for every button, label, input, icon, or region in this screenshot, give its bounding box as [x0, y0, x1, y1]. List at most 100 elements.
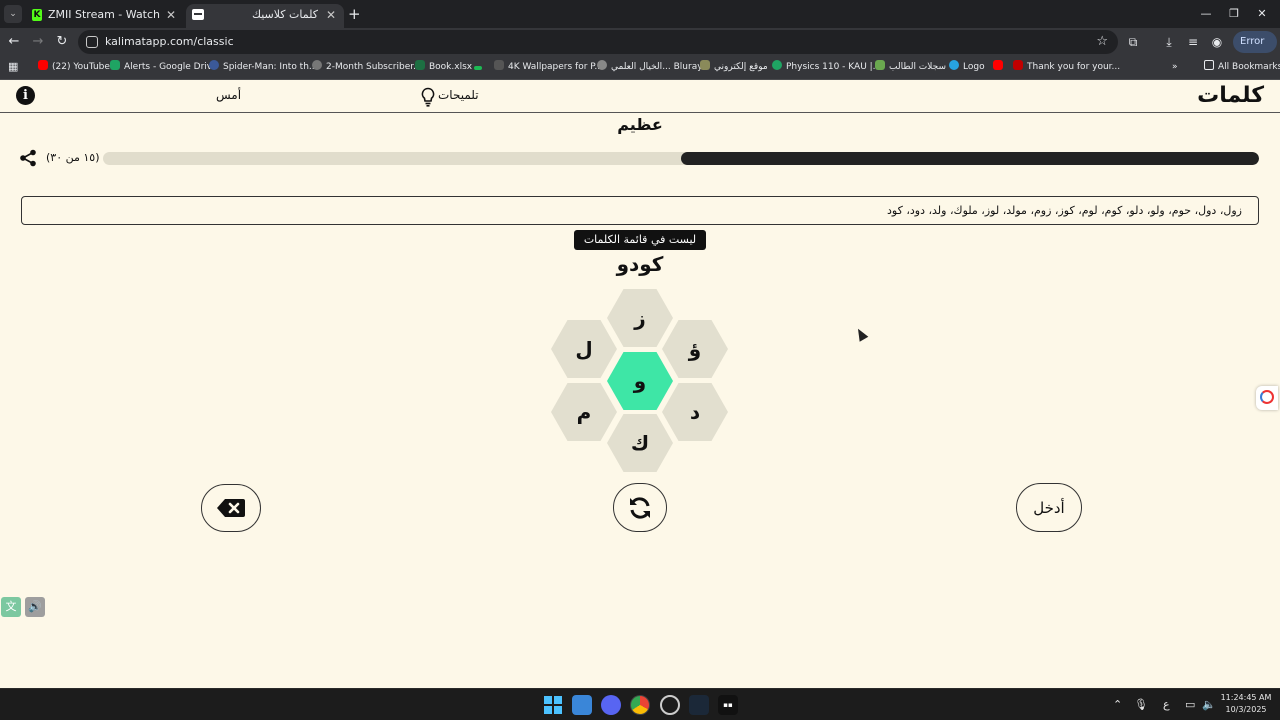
- file-explorer-icon[interactable]: [572, 695, 592, 715]
- shuffle-button[interactable]: [613, 483, 667, 532]
- bookmark-item[interactable]: Physics 110 - KAU |...: [772, 56, 881, 78]
- account-avatar-icon[interactable]: ◉: [1207, 32, 1227, 52]
- reload-icon[interactable]: ↻: [52, 32, 72, 52]
- media-controls-icon[interactable]: ≡: [1183, 32, 1203, 52]
- bookmark-item[interactable]: Alerts - Google Drive: [110, 56, 218, 78]
- bookmark-label: 4K Wallpapers for P...: [508, 62, 603, 72]
- bookmarks-bar: ▦ (22) YouTube Alerts - Google Drive Spi…: [0, 56, 1280, 80]
- letter-hex-top-left[interactable]: ل: [551, 320, 617, 378]
- tray-overflow-icon[interactable]: ⌃: [1113, 689, 1122, 720]
- bookmark-item[interactable]: [993, 56, 1007, 78]
- address-bar[interactable]: kalimatapp.com/classic ☆: [78, 30, 1118, 54]
- page-favicon-icon: [192, 9, 204, 20]
- browser-toolbar: ← → ↻ kalimatapp.com/classic ☆ ⧉ ⤓ ≡ ◉ E…: [0, 28, 1280, 69]
- bookmark-item[interactable]: [474, 56, 486, 78]
- bookmark-item[interactable]: 2-Month Subscriber...: [312, 56, 422, 78]
- kick-favicon-icon: K: [32, 9, 42, 21]
- bookmark-item[interactable]: (22) YouTube: [38, 56, 110, 78]
- apps-grid-icon[interactable]: ▦: [8, 61, 20, 73]
- speaker-icon[interactable]: 🔊: [25, 597, 45, 617]
- forward-icon[interactable]: →: [28, 32, 48, 52]
- current-word: كودو: [616, 252, 664, 276]
- network-icon[interactable]: ▭: [1185, 689, 1195, 720]
- bookmark-label: سجلات الطالب: [889, 62, 947, 72]
- bookmark-item[interactable]: سجلات الطالب: [875, 56, 946, 78]
- download-icon[interactable]: ⤓: [1159, 32, 1179, 52]
- bookmark-star-icon[interactable]: ☆: [1096, 30, 1108, 54]
- bookmark-label: موقع إلكتروني: [714, 62, 768, 72]
- site-info-icon[interactable]: [86, 36, 98, 48]
- site-icon: [700, 60, 710, 70]
- bookmark-item[interactable]: Book.xlsx: [415, 56, 472, 78]
- app-icon[interactable]: ▪▪: [718, 695, 738, 715]
- google-drive-icon: [110, 60, 120, 70]
- backspace-icon: [217, 499, 245, 517]
- letter-hex-bottom[interactable]: ك: [607, 414, 673, 472]
- all-bookmarks-label: All Bookmarks: [1218, 62, 1280, 72]
- folder-icon: [1204, 60, 1214, 70]
- bookmark-label: Alerts - Google Drive: [124, 62, 218, 72]
- site-icon: [209, 60, 219, 70]
- letter-hex-bottom-left[interactable]: م: [551, 383, 617, 441]
- bookmarks-overflow-icon[interactable]: »: [1172, 56, 1178, 78]
- bookmark-label: Thank you for your...: [1027, 62, 1121, 72]
- shuffle-icon: [630, 496, 650, 519]
- language-indicator[interactable]: ع: [1163, 689, 1170, 720]
- clock-time: 11:24:45 AM: [1220, 693, 1272, 702]
- chrome-icon[interactable]: [630, 695, 650, 715]
- letter-hex-center[interactable]: و: [607, 352, 673, 410]
- enter-button[interactable]: أدخل: [1016, 483, 1082, 532]
- yesterday-link[interactable]: أمس: [216, 88, 241, 102]
- new-tab-icon[interactable]: +: [348, 4, 361, 24]
- excel-icon: [415, 60, 425, 70]
- progress-bar: [103, 152, 1259, 165]
- bookmark-item[interactable]: Spider-Man: Into th...: [209, 56, 318, 78]
- delete-button[interactable]: [201, 484, 261, 532]
- windows-taskbar: ▪▪ ⌃ 🎙 ع ▭ 🔈 11:24:45 AM 10/3/2025: [0, 688, 1280, 720]
- back-icon[interactable]: ←: [4, 32, 24, 52]
- info-icon[interactable]: i: [16, 86, 35, 105]
- site-icon: [312, 60, 322, 70]
- bookmark-label: 2-Month Subscriber...: [326, 62, 422, 72]
- site-icon: [772, 60, 782, 70]
- tab-zmii-stream[interactable]: K ZMII Stream - Watch Live on Ki ✕: [26, 4, 184, 28]
- volume-icon[interactable]: 🔈: [1202, 689, 1216, 720]
- steam-icon[interactable]: [689, 695, 709, 715]
- tab-close-icon[interactable]: ✕: [166, 4, 176, 26]
- profile-error-button[interactable]: Error ⋮: [1233, 31, 1277, 69]
- tab-search-icon[interactable]: ⌄: [4, 5, 22, 23]
- all-bookmarks-button[interactable]: All Bookmarks: [1204, 56, 1280, 78]
- bookmark-item[interactable]: موقع إلكتروني: [700, 56, 768, 78]
- profile-error-label: Error: [1240, 36, 1265, 47]
- bookmark-label: Book.xlsx: [429, 62, 473, 72]
- discord-icon[interactable]: [601, 695, 621, 715]
- bookmark-item[interactable]: 4K Wallpapers for P...: [494, 56, 603, 78]
- clock-app-icon[interactable]: [660, 695, 680, 715]
- taskbar-clock[interactable]: 11:24:45 AM 10/3/2025: [1218, 692, 1274, 716]
- windows-start-icon[interactable]: [543, 695, 563, 715]
- bookmark-label: الخيال العلمي... Bluray: [611, 62, 703, 72]
- bookmark-item[interactable]: Logo: [949, 56, 985, 78]
- found-words-box[interactable]: زول، دول، حوم، ولو، دلو، كوم، لوم، كوز، …: [21, 196, 1259, 225]
- site-icon: [474, 66, 482, 70]
- mouse-cursor-icon: [853, 326, 869, 342]
- tab-kalimat-classic[interactable]: كلمات كلاسيك ✕: [186, 4, 344, 28]
- close-window-icon[interactable]: ✕: [1242, 4, 1280, 24]
- extensions-icon[interactable]: ⧉: [1123, 32, 1143, 52]
- bookmark-item[interactable]: الخيال العلمي... Bluray: [597, 56, 703, 78]
- hints-label: تلميحات: [438, 88, 479, 102]
- bookmark-label: Physics 110 - KAU |...: [786, 62, 882, 72]
- extension-sidebar-icon[interactable]: [1256, 386, 1278, 410]
- translate-icon[interactable]: 文: [1, 597, 21, 617]
- share-icon[interactable]: [19, 149, 37, 167]
- bookmark-label: (22) YouTube: [52, 62, 110, 72]
- site-icon: [949, 60, 959, 70]
- bookmark-label: Logo: [963, 62, 985, 72]
- app-logo[interactable]: كلمات: [1197, 81, 1264, 111]
- bookmark-item[interactable]: Thank you for your...: [1013, 56, 1120, 78]
- letter-hex-bottom-right[interactable]: د: [662, 383, 728, 441]
- letter-hex-top-right[interactable]: ؤ: [662, 320, 728, 378]
- tab-close-icon[interactable]: ✕: [326, 4, 336, 26]
- letter-hex-top[interactable]: ز: [607, 289, 673, 347]
- microphone-icon[interactable]: 🎙: [1134, 689, 1148, 720]
